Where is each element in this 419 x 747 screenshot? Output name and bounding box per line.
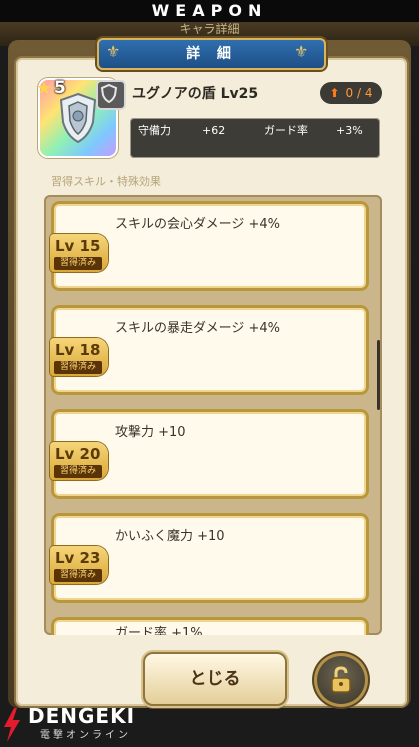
skill-text: かいふく魔力 +10	[115, 529, 225, 544]
close-button[interactable]: とじる	[143, 652, 287, 706]
level-badge: Lv 23 習得済み	[50, 546, 108, 584]
learned-status: 習得済み	[54, 569, 102, 582]
lock-toggle-button[interactable]	[317, 656, 365, 704]
shield-type-icon	[96, 80, 126, 110]
watermark: DENGEKI 電撃オンライン	[0, 702, 170, 747]
stat-value-guard-rate: +3%	[336, 124, 363, 137]
section-label: 習得スキル・特殊効果	[51, 175, 161, 188]
stat-label-guard-rate: ガード率	[264, 124, 308, 137]
upgrade-count: 0 / 4	[345, 86, 373, 100]
skill-card: ガード率 +1%	[51, 617, 369, 635]
skill-text: スキルの会心ダメージ +4%	[115, 217, 280, 232]
watermark-brand: DENGEKI	[28, 704, 136, 728]
dialog-title: 詳 細	[97, 38, 326, 70]
level-badge: Lv 18 習得済み	[50, 338, 108, 376]
learned-status: 習得済み	[54, 465, 102, 478]
level-label: Lv 18	[55, 341, 101, 359]
unlock-icon	[331, 666, 351, 693]
learned-status: 習得済み	[54, 361, 102, 374]
background-subtitle: キャラ詳細	[179, 22, 240, 36]
rarity-value: 5	[54, 78, 66, 98]
list-scrollbar[interactable]	[377, 340, 380, 410]
stats-bar: 守備力 +62 ガード率 +3%	[130, 118, 380, 158]
top-banner: WEAPON	[0, 0, 419, 22]
rarity-star-icon: ★	[36, 78, 53, 99]
stat-value-defense: +62	[202, 124, 226, 137]
item-name: ユグノアの盾 Lv25	[132, 86, 259, 102]
ribbon-ornament-left-icon: ⚜	[106, 42, 121, 61]
lightning-bolt-icon	[4, 708, 20, 742]
watermark-sub: 電撃オンライン	[40, 730, 131, 741]
skill-text: 攻撃力 +10	[115, 425, 186, 440]
upgrade-arrow-icon: ⬆	[329, 86, 340, 100]
equipment-type-icon	[100, 83, 118, 104]
level-badge: Lv 20 習得済み	[50, 442, 108, 480]
skill-text: ガード率 +1%	[115, 626, 203, 635]
learned-status: 習得済み	[54, 257, 102, 270]
skill-text: スキルの暴走ダメージ +4%	[115, 321, 280, 336]
level-badge: Lv 15 習得済み	[50, 234, 108, 272]
level-label: Lv 20	[55, 445, 101, 463]
rarity-badge: ★ 5	[36, 78, 74, 100]
level-label: Lv 15	[55, 237, 101, 255]
level-label: Lv 23	[55, 549, 101, 567]
ribbon-ornament-right-icon: ⚜	[294, 42, 309, 61]
upgrade-count-badge: ⬆ 0 / 4	[320, 82, 382, 104]
stat-label-defense: 守備力	[138, 124, 171, 137]
